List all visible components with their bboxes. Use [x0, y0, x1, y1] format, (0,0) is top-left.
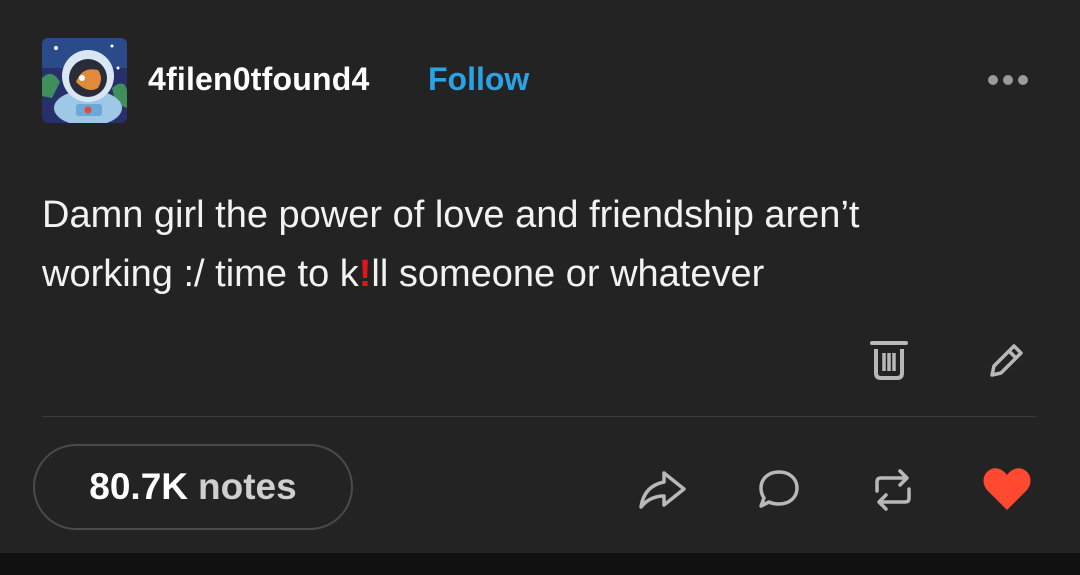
post-card: 4filen0tfound4 Follow Damn girl the powe…	[0, 0, 1080, 553]
pencil-icon[interactable]	[978, 333, 1034, 389]
reblog-icon[interactable]	[864, 462, 922, 518]
bottom-bar	[0, 553, 1080, 575]
notes-button[interactable]: 80.7K notes	[33, 444, 353, 530]
avatar[interactable]	[42, 38, 127, 123]
notes-label: notes	[198, 466, 297, 507]
post-text: Damn girl the power of love and friendsh…	[42, 186, 1042, 304]
post-text-line-1: Damn girl the power of love and friendsh…	[42, 194, 860, 236]
reply-icon[interactable]	[750, 460, 808, 518]
trash-icon[interactable]	[862, 333, 916, 387]
share-icon[interactable]	[632, 462, 692, 518]
avatar-image	[42, 38, 127, 123]
username[interactable]: 4filen0tfound4	[148, 61, 369, 98]
follow-button[interactable]: Follow	[428, 61, 529, 98]
post-text-line-2: working :/ time to k!ll someone or whate…	[42, 245, 1042, 304]
notes-count: 80.7K	[89, 466, 189, 507]
post-text-line-2-end: ll someone or whatever	[371, 253, 765, 295]
exclamation-mark: !	[358, 253, 372, 295]
post-text-line-2-start: working :/ time to k	[42, 253, 359, 295]
divider	[42, 416, 1036, 417]
heart-icon[interactable]	[978, 461, 1036, 517]
more-options-icon[interactable]	[988, 62, 1044, 98]
